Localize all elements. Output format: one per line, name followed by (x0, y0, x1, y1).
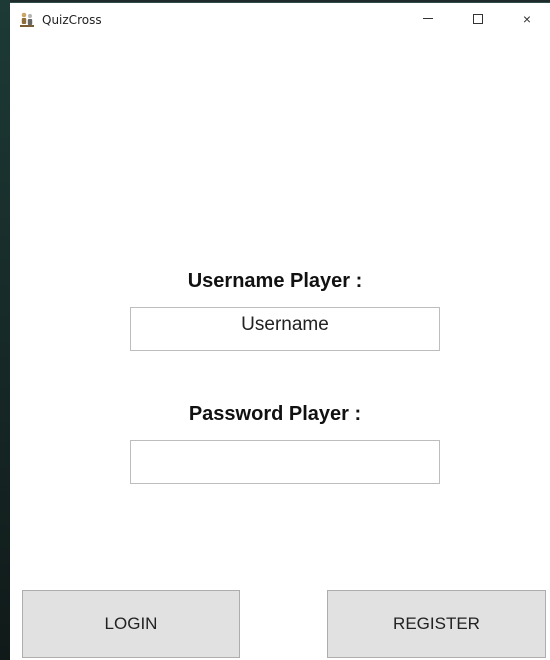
maximize-button[interactable] (455, 3, 501, 35)
desktop-edge (0, 0, 10, 660)
quizcross-app-icon (18, 11, 36, 29)
minimize-icon (423, 17, 433, 19)
password-input[interactable] (130, 440, 440, 484)
maximize-icon (473, 14, 483, 24)
password-label: Password Player : (188, 403, 362, 425)
title-bar[interactable]: QuizCross × (10, 3, 550, 35)
close-icon: × (522, 11, 532, 27)
username-input[interactable] (130, 307, 440, 351)
minimize-button[interactable] (405, 3, 451, 35)
login-button[interactable]: LOGIN (22, 590, 240, 658)
register-button[interactable]: REGISTER (327, 590, 546, 658)
window-title: QuizCross (42, 13, 102, 27)
username-label: Username Player : (187, 270, 363, 292)
close-button[interactable]: × (504, 3, 550, 35)
